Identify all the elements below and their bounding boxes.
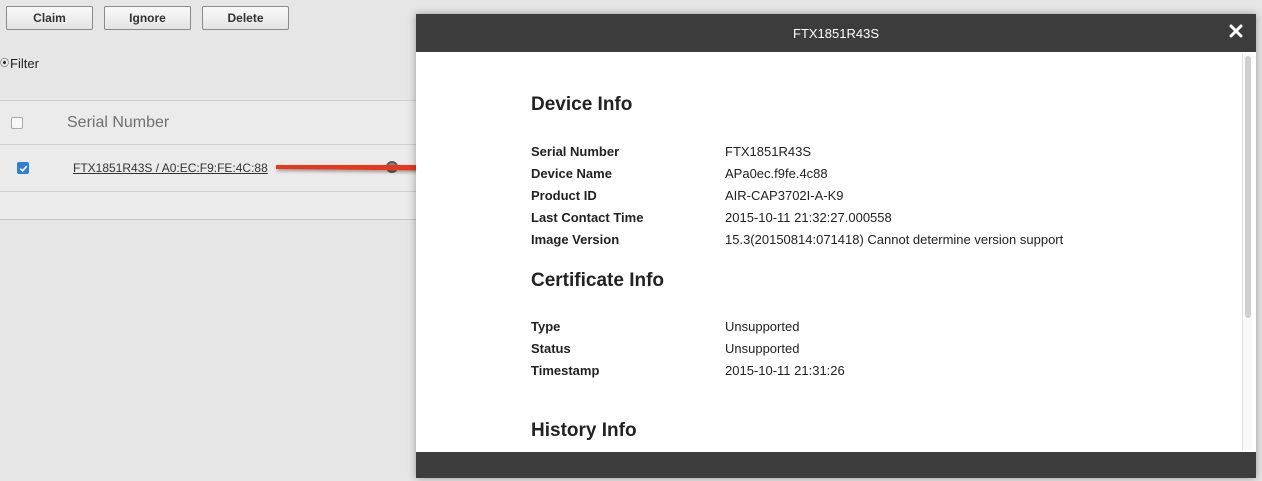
timestamp-label: Timestamp [531, 362, 600, 378]
device-info-title: Device Info [531, 94, 633, 115]
device-info-table: Serial Number FTX1851R43S Device Name AP… [531, 140, 1151, 250]
certificate-info-row: Timestamp 2015-10-11 21:31:26 [531, 359, 1151, 381]
certificate-info-row: Type Unsupported [531, 315, 1151, 337]
product-id-value: AIR-CAP3702I-A-K9 [725, 187, 844, 203]
row-checkbox[interactable] [17, 162, 29, 174]
filter-label: Filter [10, 56, 39, 71]
modal-footer [416, 452, 1256, 478]
ignore-button[interactable]: Ignore [104, 6, 191, 30]
close-icon[interactable] [1228, 23, 1244, 39]
history-info-title: History Info [531, 420, 637, 441]
status-label: Status [531, 340, 571, 356]
timestamp-value: 2015-10-11 21:31:26 [725, 362, 845, 378]
last-contact-time-value: 2015-10-11 21:32:27.000558 [725, 209, 892, 225]
toolbar: Claim Ignore Delete [6, 6, 289, 30]
serial-number-value: FTX1851R43S [725, 143, 811, 159]
select-all-checkbox[interactable] [11, 116, 23, 129]
serial-number-label: Serial Number [531, 143, 620, 159]
grid-empty-row [0, 192, 418, 220]
device-name-label: Device Name [531, 165, 612, 181]
device-info-row: Device Name APa0ec.f9fe.4c88 [531, 162, 1151, 184]
type-value: Unsupported [725, 318, 800, 334]
last-contact-time-label: Last Contact Time [531, 209, 644, 225]
grid-header: Serial Number [0, 100, 418, 145]
scrollbar-thumb[interactable] [1245, 56, 1251, 318]
image-version-label: Image Version [531, 231, 620, 247]
certificate-info-row: Status Unsupported [531, 337, 1151, 359]
status-value: Unsupported [725, 340, 800, 356]
checkmark-icon [19, 165, 27, 172]
modal-scrollbar[interactable] [1242, 54, 1252, 450]
filter-toggle[interactable]: ⦿ Filter [0, 56, 39, 71]
filter-icon: ⦿ [0, 58, 10, 68]
delete-button[interactable]: Delete [202, 6, 289, 30]
device-info-row: Image Version 15.3(20150814:071418) Cann… [531, 228, 1151, 250]
serial-number-link[interactable]: FTX1851R43S / A0:EC:F9:FE:4C:88 [73, 161, 268, 175]
device-info-row: Serial Number FTX1851R43S [531, 140, 1151, 162]
modal-header: FTX1851R43S [416, 14, 1256, 52]
product-id-label: Product ID [531, 187, 597, 203]
modal-body: Device Info Serial Number FTX1851R43S De… [416, 52, 1256, 452]
modal-title: FTX1851R43S [793, 25, 879, 41]
device-name-value: APa0ec.f9fe.4c88 [725, 165, 828, 181]
device-details-modal: FTX1851R43S Device Info Serial Number FT… [416, 14, 1256, 478]
certificate-info-table: Type Unsupported Status Unsupported Time… [531, 315, 1151, 381]
certificate-info-title: Certificate Info [531, 270, 665, 291]
image-version-value: 15.3(20150814:071418) Cannot determine v… [725, 231, 1064, 247]
device-info-row: Product ID AIR-CAP3702I-A-K9 [531, 184, 1151, 206]
device-info-row: Last Contact Time 2015-10-11 21:32:27.00… [531, 206, 1151, 228]
type-label: Type [531, 318, 561, 334]
claim-button[interactable]: Claim [6, 6, 93, 30]
column-header-serial-number[interactable]: Serial Number [67, 114, 169, 132]
